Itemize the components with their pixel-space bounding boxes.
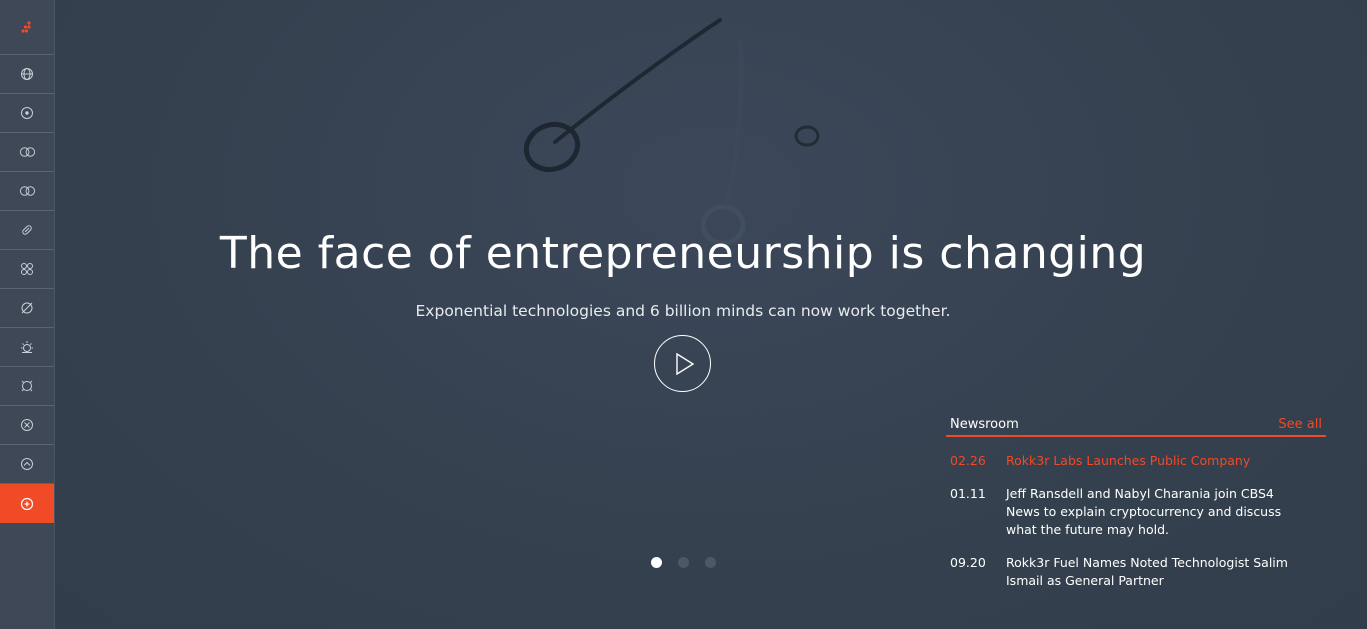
news-title[interactable]: Rokk3r Fuel Names Noted Technologist Sal… — [1006, 554, 1306, 590]
newsroom-title: Newsroom — [950, 417, 1019, 432]
sidebar — [0, 0, 55, 629]
globe-icon — [21, 68, 33, 80]
news-date: 02.26 — [950, 453, 986, 468]
slide-indicator — [651, 557, 716, 568]
clock-icon — [21, 380, 33, 392]
hero-headline: The face of entrepreneurship is changing — [219, 228, 1147, 279]
news-date: 09.20 — [950, 555, 986, 570]
logo[interactable] — [0, 0, 54, 55]
sidebar-item-chevron-up[interactable] — [0, 445, 54, 484]
cross-circle-icon — [21, 419, 33, 431]
sidebar-item-cross-circle[interactable] — [0, 406, 54, 445]
chevron-up-circle-icon — [21, 458, 33, 470]
slide-dot-2[interactable] — [678, 557, 689, 568]
page: The face of entrepreneurship is changing… — [0, 0, 1367, 629]
target-icon — [21, 107, 33, 119]
sun-icon — [21, 341, 33, 353]
news-item[interactable]: 09.20 Rokk3r Fuel Names Noted Technologi… — [946, 554, 1326, 590]
sidebar-item-sun[interactable] — [0, 328, 54, 367]
sidebar-item-target[interactable] — [0, 94, 54, 133]
sidebar-item-globe[interactable] — [0, 55, 54, 94]
dots-logo-icon — [21, 21, 31, 33]
grid-circles-icon — [21, 263, 33, 275]
slide-dot-3[interactable] — [705, 557, 716, 568]
sidebar-item-linked-rings[interactable] — [0, 172, 54, 211]
no-entry-icon — [21, 302, 33, 314]
sidebar-item-plus[interactable] — [0, 484, 54, 523]
link-icon — [22, 225, 32, 235]
play-button[interactable] — [654, 335, 711, 392]
sidebar-item-no-entry[interactable] — [0, 289, 54, 328]
sidebar-item-grid[interactable] — [0, 250, 54, 289]
sidebar-item-link[interactable] — [0, 211, 54, 250]
news-item[interactable]: 01.11 Jeff Ransdell and Nabyl Charania j… — [946, 485, 1326, 539]
news-title[interactable]: Jeff Ransdell and Nabyl Charania join CB… — [1006, 485, 1306, 539]
sidebar-item-double-ring[interactable] — [0, 133, 54, 172]
slide-dot-1[interactable] — [651, 557, 662, 568]
see-all-link[interactable]: See all — [1278, 417, 1322, 432]
newsroom-header: Newsroom See all — [946, 417, 1326, 437]
plus-circle-icon — [20, 497, 34, 510]
news-date: 01.11 — [950, 486, 986, 501]
play-icon — [675, 352, 694, 375]
news-item[interactable]: 02.26 Rokk3r Labs Launches Public Compan… — [946, 452, 1326, 470]
hero-subheadline: Exponential technologies and 6 billion m… — [415, 302, 951, 320]
linked-rings-icon — [19, 186, 35, 196]
double-ring-icon — [19, 147, 35, 157]
newsroom: Newsroom See all 02.26 Rokk3r Labs Launc… — [946, 417, 1326, 590]
sidebar-item-clock[interactable] — [0, 367, 54, 406]
news-title[interactable]: Rokk3r Labs Launches Public Company — [1006, 452, 1306, 470]
